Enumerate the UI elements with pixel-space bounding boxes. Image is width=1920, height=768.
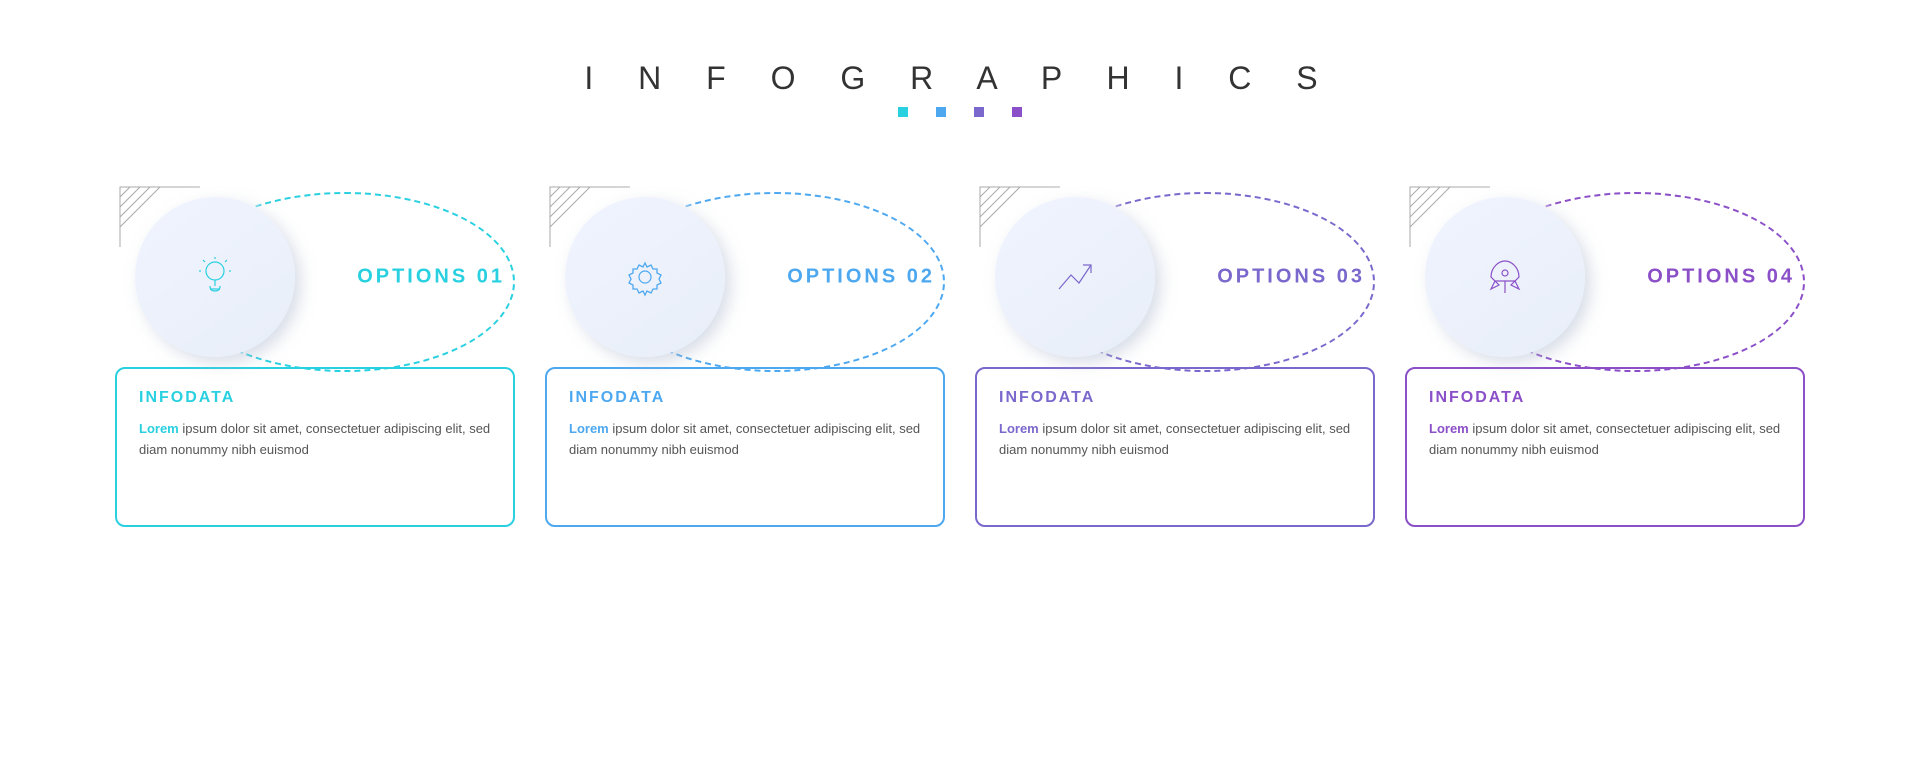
card-1-top: OPTIONS 01 [115, 177, 515, 377]
infodata-title-2: INFODATA [569, 389, 921, 407]
card-1-bottom: INFODATA Lorem ipsum dolor sit amet, con… [115, 367, 515, 527]
cards-container: OPTIONS 01 INFODATA Lorem ipsum dolor si… [55, 177, 1865, 527]
body-text-2: ipsum dolor sit amet, consectetuer adipi… [569, 421, 920, 457]
gear-icon [621, 253, 669, 301]
icon-container-2 [621, 253, 669, 301]
card-1: OPTIONS 01 INFODATA Lorem ipsum dolor si… [115, 177, 515, 527]
circle-3 [995, 197, 1155, 357]
info-text-2: Lorem ipsum dolor sit amet, consectetuer… [569, 419, 921, 461]
circle-4 [1425, 197, 1585, 357]
infodata-title-4: INFODATA [1429, 389, 1781, 407]
card-4-bottom: INFODATA Lorem ipsum dolor sit amet, con… [1405, 367, 1805, 527]
card-2-bottom: INFODATA Lorem ipsum dolor sit amet, con… [545, 367, 945, 527]
icon-container-4 [1481, 253, 1529, 301]
lorem-word-4: Lorem [1429, 421, 1469, 436]
infodata-title-3: INFODATA [999, 389, 1351, 407]
option-label-2: OPTIONS 02 [787, 266, 935, 289]
option-label-3: OPTIONS 03 [1217, 266, 1365, 289]
lorem-word-1: Lorem [139, 421, 179, 436]
card-2-top: OPTIONS 02 [545, 177, 945, 377]
option-label-1: OPTIONS 01 [357, 266, 505, 289]
dot-1 [898, 107, 908, 117]
main-title: I N F O G R A P H I C S [584, 60, 1335, 97]
body-text-3: ipsum dolor sit amet, consectetuer adipi… [999, 421, 1350, 457]
option-label-4: OPTIONS 04 [1647, 266, 1795, 289]
card-2: OPTIONS 02 INFODATA Lorem ipsum dolor si… [545, 177, 945, 527]
chart-icon [1051, 253, 1099, 301]
lorem-word-2: Lorem [569, 421, 609, 436]
card-4-top: OPTIONS 04 [1405, 177, 1805, 377]
info-text-4: Lorem ipsum dolor sit amet, consectetuer… [1429, 419, 1781, 461]
infodata-title-1: INFODATA [139, 389, 491, 407]
body-text-1: ipsum dolor sit amet, consectetuer adipi… [139, 421, 490, 457]
title-dots [584, 107, 1335, 117]
info-text-1: Lorem ipsum dolor sit amet, consectetuer… [139, 419, 491, 461]
card-4: OPTIONS 04 INFODATA Lorem ipsum dolor si… [1405, 177, 1805, 527]
dot-4 [1012, 107, 1022, 117]
dot-3 [974, 107, 984, 117]
title-section: I N F O G R A P H I C S [584, 60, 1335, 117]
lorem-word-3: Lorem [999, 421, 1039, 436]
card-3-bottom: INFODATA Lorem ipsum dolor sit amet, con… [975, 367, 1375, 527]
card-3: OPTIONS 03 INFODATA Lorem ipsum dolor si… [975, 177, 1375, 527]
circle-2 [565, 197, 725, 357]
dot-2 [936, 107, 946, 117]
body-text-4: ipsum dolor sit amet, consectetuer adipi… [1429, 421, 1780, 457]
card-3-top: OPTIONS 03 [975, 177, 1375, 377]
icon-container-1 [191, 253, 239, 301]
rocket-icon [1481, 253, 1529, 301]
info-text-3: Lorem ipsum dolor sit amet, consectetuer… [999, 419, 1351, 461]
icon-container-3 [1051, 253, 1099, 301]
lightbulb-icon [191, 253, 239, 301]
circle-1 [135, 197, 295, 357]
